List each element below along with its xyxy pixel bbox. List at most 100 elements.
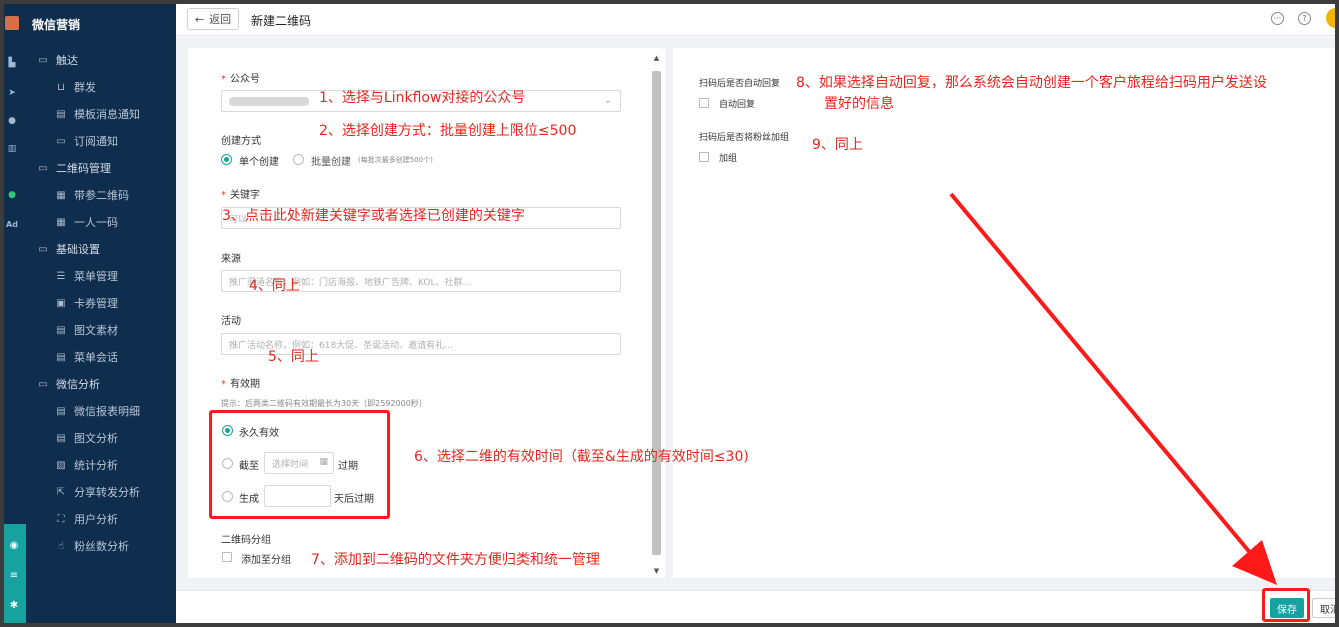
menu-item-label: 菜单会话 <box>74 351 118 364</box>
validity-label: * 有效期 <box>221 379 260 390</box>
menu-item-fans-analysis[interactable]: ☝ 粉丝数分析 <box>54 537 129 555</box>
folder-icon: ▭ <box>38 378 48 390</box>
send-icon[interactable]: ➤ <box>6 88 18 98</box>
broadcast-icon: ⊔ <box>57 81 65 93</box>
report-icon: ▤ <box>56 405 66 417</box>
rail-bottom-area: ◉ ≡ ✱ <box>4 524 26 623</box>
help-icon[interactable]: ? <box>1298 12 1311 25</box>
scrollbar-thumb[interactable] <box>652 71 661 555</box>
menu-item-user-analysis[interactable]: ⛶ 用户分析 <box>54 510 119 528</box>
sidebar-brand: 微信营销 <box>32 18 81 32</box>
scroll-down-icon[interactable]: ▼ <box>652 567 661 575</box>
menu-item-label: 粉丝数分析 <box>74 540 129 553</box>
menu-item-menu-session[interactable]: ▤ 菜单会话 <box>54 348 118 366</box>
add-tag-checkbox[interactable] <box>699 152 709 162</box>
menu-item-label: 菜单管理 <box>74 270 118 283</box>
blurred-account-value <box>229 96 309 106</box>
annotation-1: 1、选择与Linkflow对接的公众号 <box>319 90 526 106</box>
batch-create-note: (每批次最多创建500个) <box>358 156 433 164</box>
chevron-down-icon: ⌄ <box>603 95 612 106</box>
back-button[interactable]: ← 返回 <box>187 8 239 30</box>
validity-highlight-box <box>209 410 390 519</box>
app-window: ▙ ➤ ● ▥ ● Ad ◉ ≡ ✱ 微信营销 ▭ 触达 ⊔ 群发 ▤ 模板消息通知 … <box>4 4 1335 623</box>
annotation-8-line2: 置好的信息 <box>824 96 894 112</box>
menu-item-subscription[interactable]: ▭ 订阅通知 <box>54 132 118 150</box>
cancel-button[interactable]: 取消 <box>1312 598 1335 618</box>
share-icon: ⇱ <box>56 486 66 498</box>
menu-item-label: 统计分析 <box>74 459 118 472</box>
user-analysis-icon: ⛶ <box>57 513 65 525</box>
annotation-5: 5、同上 <box>268 349 319 365</box>
source-label: 来源 <box>221 254 241 265</box>
menu-item-template-message[interactable]: ▤ 模板消息通知 <box>54 105 140 123</box>
validity-hint: 提示：后两类二维码有效期最长为30天（即2592000秒） <box>221 399 427 408</box>
back-button-label: 返回 <box>209 13 232 26</box>
folder-icon: ▭ <box>38 162 48 174</box>
home-icon[interactable]: ▙ <box>6 58 18 68</box>
menu-item-report-detail[interactable]: ▤ 微信报表明细 <box>54 402 140 420</box>
chart-icon[interactable]: ▥ <box>6 144 18 154</box>
menu-item-share-analysis[interactable]: ⇱ 分享转发分析 <box>54 483 140 501</box>
menu-item-article-analysis[interactable]: ▤ 图文分析 <box>54 429 118 447</box>
add-tag-option: 加组 <box>719 154 738 164</box>
auto-reply-checkbox[interactable] <box>699 98 709 108</box>
annotation-8-line1: 8、如果选择自动回复，那么系统会自动创建一个客户旅程给扫码用户发送设 <box>796 75 1267 91</box>
activity-label: 活动 <box>221 316 241 327</box>
wechat-icon[interactable]: ● <box>6 190 18 200</box>
coupon-icon: ▣ <box>56 297 66 309</box>
auto-reply-label: 扫码后是否自动回复 <box>699 79 781 89</box>
menu-group-basic-settings[interactable]: ▭ 基础设置 <box>36 240 100 258</box>
settings-round-icon[interactable]: ◉ <box>8 540 20 552</box>
add-to-group-checkbox[interactable] <box>222 552 232 562</box>
user-icon[interactable]: ● <box>6 116 18 126</box>
more-icon[interactable]: ··· <box>1271 12 1284 25</box>
menu-group-label: 二维码管理 <box>56 162 111 175</box>
menu-item-coupon[interactable]: ▣ 卡券管理 <box>54 294 118 312</box>
batch-create-radio[interactable] <box>293 154 304 165</box>
menu-item-label: 订阅通知 <box>74 135 118 148</box>
ad-icon[interactable]: Ad <box>6 220 18 230</box>
annotation-7: 7、添加到二维码的文件夹方便归类和统一管理 <box>311 552 600 568</box>
icon-rail: ▙ ➤ ● ▥ ● Ad ◉ ≡ ✱ <box>4 4 26 623</box>
add-to-group-label: 添加至分组 <box>241 555 291 566</box>
menu-item-label: 微信报表明细 <box>74 405 140 418</box>
menu-item-label: 带参二维码 <box>74 189 129 202</box>
menu-item-broadcast[interactable]: ⊔ 群发 <box>54 78 96 96</box>
sidebar: 微信营销 ▭ 触达 ⊔ 群发 ▤ 模板消息通知 ▭ 订阅通知 ▭ 二维码管理 ▦ 带参二维码… <box>26 4 176 623</box>
gear-icon[interactable]: ✱ <box>8 600 20 612</box>
annotation-4: 4、同上 <box>249 278 300 294</box>
menu-item-one-per-person[interactable]: ▦ 一人一码 <box>54 213 118 231</box>
annotation-6: 6、选择二维的有效时间（截至&生成的有效时间≤30) <box>414 449 749 465</box>
article-icon: ▤ <box>56 324 66 336</box>
menu-group-label: 基础设置 <box>56 243 100 256</box>
menu-item-articles[interactable]: ▤ 图文素材 <box>54 321 118 339</box>
menu-item-label: 分享转发分析 <box>74 486 140 499</box>
scroll-up-icon[interactable]: ▲ <box>652 54 661 62</box>
menu-item-menu-management[interactable]: ☰ 菜单管理 <box>54 267 118 285</box>
save-highlight-box <box>1262 588 1310 622</box>
menu-group-label: 触达 <box>56 54 78 67</box>
folder-icon: ▭ <box>38 54 48 66</box>
group-label: 二维码分组 <box>221 535 271 546</box>
avatar[interactable] <box>1326 8 1335 28</box>
menu-item-label: 图文素材 <box>74 324 118 337</box>
menu-item-stats-analysis[interactable]: ▨ 统计分析 <box>54 456 118 474</box>
thumbs-up-icon: ☝ <box>57 540 65 552</box>
menu-group-label: 微信分析 <box>56 378 100 391</box>
menu-item-label: 模板消息通知 <box>74 108 140 121</box>
single-create-radio[interactable] <box>221 154 232 165</box>
list-icon[interactable]: ≡ <box>8 570 20 582</box>
menu-item-label: 用户分析 <box>74 513 118 526</box>
keyword-label: * 关键字 <box>221 190 260 201</box>
menu-list-icon: ☰ <box>56 270 66 282</box>
activity-placeholder: 推广活动名称，例如：618大促、圣诞活动、邀请有礼... <box>229 340 453 351</box>
annotation-9: 9、同上 <box>812 137 863 153</box>
menu-item-label: 卡券管理 <box>74 297 118 310</box>
person-code-icon: ▦ <box>56 216 66 228</box>
menu-group-analytics[interactable]: ▭ 微信分析 <box>36 375 100 393</box>
menu-group-qrcode[interactable]: ▭ 二维码管理 <box>36 159 111 177</box>
auto-reply-option: 自动回复 <box>719 100 756 110</box>
validity-label-text: 有效期 <box>230 379 260 390</box>
menu-item-param-qrcode[interactable]: ▦ 带参二维码 <box>54 186 129 204</box>
menu-group-reach[interactable]: ▭ 触达 <box>36 51 78 69</box>
